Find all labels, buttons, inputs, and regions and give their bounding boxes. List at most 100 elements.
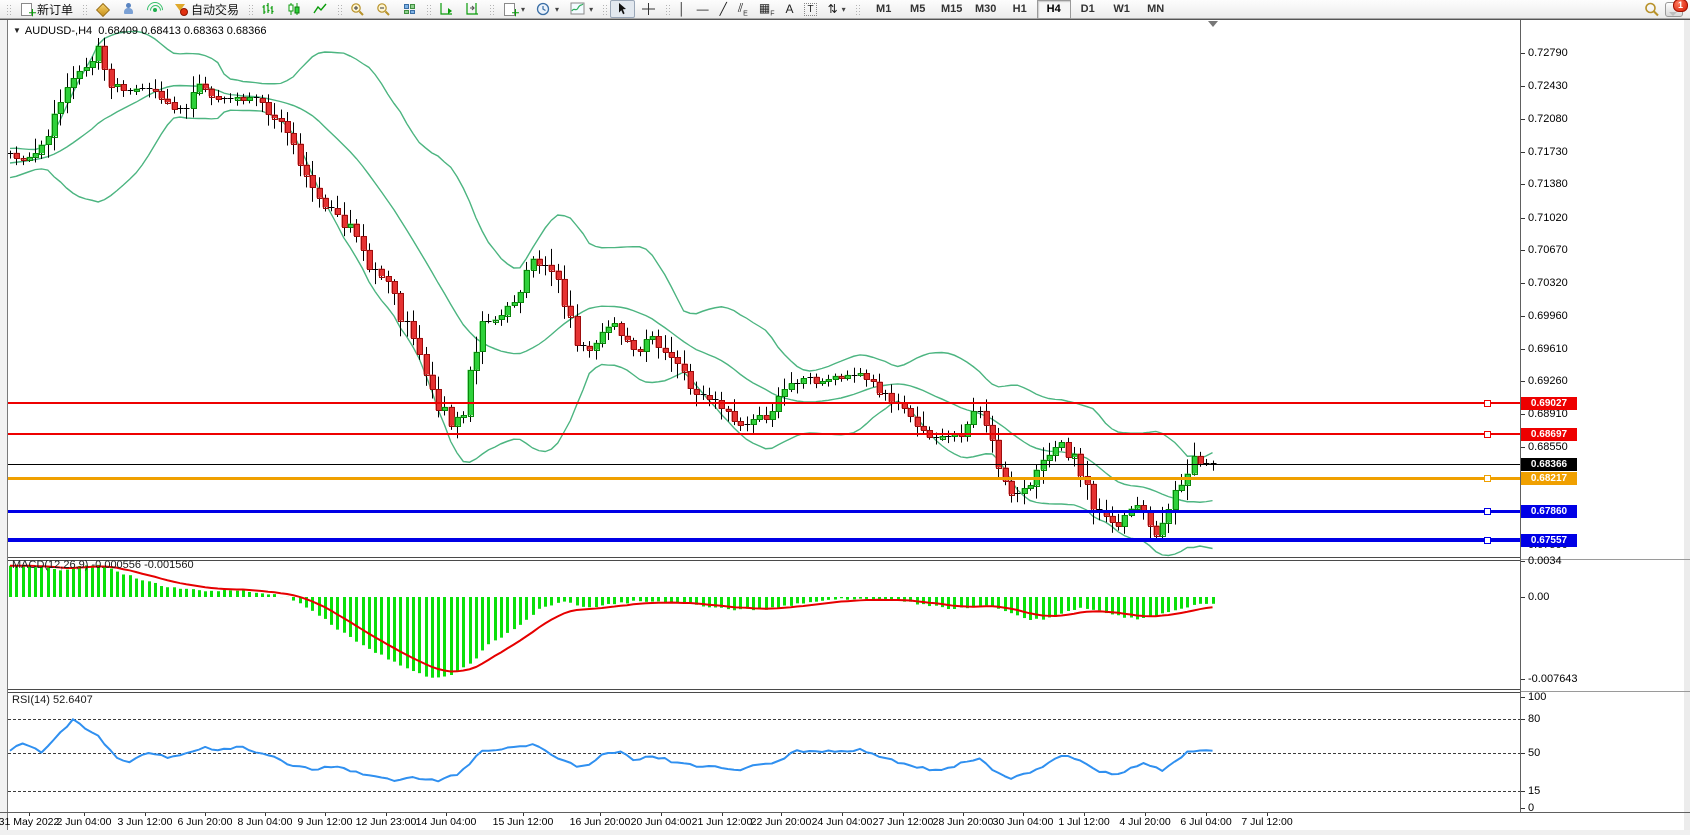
rsi-tick-mark <box>1521 697 1525 698</box>
time-tick-label: 2 Jun 04:00 <box>57 816 112 828</box>
fibonacci-tool-button[interactable]: ▦F <box>754 0 780 18</box>
indicators-button[interactable]: ▾ <box>565 0 598 18</box>
timeframe-button-h4[interactable]: H4 <box>1037 0 1071 19</box>
text-tool-button[interactable]: A <box>780 0 798 18</box>
line-drag-handle[interactable] <box>1484 537 1491 544</box>
tile-windows-button[interactable] <box>397 0 422 18</box>
time-tick-label: 3 Jun 12:00 <box>118 816 173 828</box>
toolbar-grip[interactable] <box>425 3 431 16</box>
timeframe-button-m30[interactable]: M30 <box>969 0 1003 19</box>
toolbar-grip[interactable] <box>81 3 87 16</box>
time-tick-label: 14 Jun 04:00 <box>416 816 477 828</box>
time-tick-mark <box>145 813 146 816</box>
macd-main-value: -0.000556 <box>91 559 141 571</box>
zoom-out-icon <box>376 2 391 16</box>
price-axis-divider <box>1520 20 1521 812</box>
timeframe-button-h1[interactable]: H1 <box>1003 0 1037 19</box>
price-tick-label: 0.69260 <box>1528 375 1568 387</box>
status-strip <box>0 830 1690 835</box>
chart-shift-marker[interactable] <box>1208 21 1218 27</box>
chevron-down-icon: ▾ <box>589 5 593 14</box>
notification-count-badge: 1 <box>1673 0 1688 12</box>
price-badge: 0.68217 <box>1521 472 1577 485</box>
current-price-line[interactable] <box>8 464 1520 465</box>
toolbar-grip[interactable] <box>5 3 11 16</box>
toolbar-grip[interactable] <box>664 3 670 16</box>
gold-box-icon <box>95 2 110 16</box>
macd-scale-label: 0.0034 <box>1528 555 1562 567</box>
toolbar-grip[interactable] <box>247 3 253 16</box>
horizontal-level-line[interactable] <box>8 402 1520 404</box>
price-tick-mark <box>1521 86 1525 87</box>
line-drag-handle[interactable] <box>1484 400 1491 407</box>
time-tick-mark <box>1023 813 1024 816</box>
macd-indicator-label: MACD(12,26,9) -0.000556 -0.001560 <box>12 559 194 571</box>
profiles-button[interactable]: ▾ <box>531 0 564 18</box>
new-order-label: 新订单 <box>37 1 73 18</box>
new-chart-button[interactable]: ＋ ▾ <box>497 0 530 18</box>
signals-button[interactable] <box>142 0 167 18</box>
line-drag-handle[interactable] <box>1484 508 1491 515</box>
timeframe-toolbar: M1M5M15M30H1H4D1W1MN <box>867 0 1173 19</box>
line-drag-handle[interactable] <box>1484 431 1491 438</box>
timeframe-button-mn[interactable]: MN <box>1139 0 1173 19</box>
rsi-value: 52.6407 <box>53 694 93 706</box>
horizontal-level-line[interactable] <box>8 477 1520 480</box>
chart-shift-button[interactable] <box>460 0 485 18</box>
new-order-button[interactable]: ＋ 新订单 <box>14 0 78 18</box>
vertical-line-tool-button[interactable]: │ <box>673 0 691 18</box>
zoom-in-button[interactable] <box>345 0 370 18</box>
equidistant-channel-icon: ⫽E <box>738 1 748 17</box>
line-drag-handle[interactable] <box>1484 475 1491 482</box>
toolbar-grip[interactable] <box>488 3 494 16</box>
cursor-icon <box>615 2 630 16</box>
trendline-tool-button[interactable]: ╱ <box>715 0 732 18</box>
timeframe-button-d1[interactable]: D1 <box>1071 0 1105 19</box>
rsi-tick-mark <box>1521 791 1525 792</box>
horizontal-level-line[interactable] <box>8 538 1520 542</box>
timeframe-button-m5[interactable]: M5 <box>901 0 935 19</box>
equidistant-channel-tool-button[interactable]: ⫽E <box>733 0 753 18</box>
time-tick-mark <box>722 813 723 816</box>
horizontal-line-tool-button[interactable]: — <box>692 0 714 18</box>
symbol-dropdown-icon[interactable]: ▼ <box>13 26 21 35</box>
timeframe-button-w1[interactable]: W1 <box>1105 0 1139 19</box>
zoom-out-button[interactable] <box>371 0 396 18</box>
timeframe-button-m1[interactable]: M1 <box>867 0 901 19</box>
time-tick-label: 15 Jun 12:00 <box>493 816 554 828</box>
price-tick-label: 0.70670 <box>1528 244 1568 256</box>
toolbar-grip[interactable] <box>854 3 860 16</box>
toolbar-grip[interactable] <box>336 3 342 16</box>
candlestick-chart-button[interactable] <box>282 0 307 18</box>
window-right-edge <box>1684 20 1690 835</box>
price-badge: 0.67860 <box>1521 505 1577 518</box>
text-label-tool-button[interactable]: T <box>799 0 821 18</box>
price-tick-mark <box>1521 119 1525 120</box>
arrows-tool-button[interactable]: ⇅ ▾ <box>823 0 851 18</box>
horizontal-level-line[interactable] <box>8 510 1520 513</box>
auto-scroll-icon <box>439 2 454 16</box>
cursor-tool-button[interactable] <box>610 0 635 18</box>
timeframe-button-m15[interactable]: M15 <box>935 0 969 19</box>
time-tick-label: 20 Jun 04:00 <box>631 816 692 828</box>
crosshair-tool-button[interactable] <box>636 0 661 18</box>
rsi-canvas[interactable] <box>8 693 1520 812</box>
market-depth-button[interactable] <box>90 0 115 18</box>
macd-canvas[interactable] <box>8 561 1520 689</box>
auto-trading-button[interactable]: 自动交易 <box>168 0 244 18</box>
bar-chart-button[interactable] <box>256 0 281 18</box>
auto-scroll-button[interactable] <box>434 0 459 18</box>
line-chart-button[interactable] <box>308 0 333 18</box>
horizontal-level-line[interactable] <box>8 433 1520 435</box>
strategy-tester-button[interactable] <box>116 0 141 18</box>
toolbar-grip[interactable] <box>601 3 607 16</box>
person-chart-icon <box>121 2 136 16</box>
rsi-scale-label: 0 <box>1528 802 1534 814</box>
time-tick-label: 27 Jun 12:00 <box>873 816 934 828</box>
notifications-icon[interactable]: 1 <box>1665 2 1683 17</box>
price-tick-mark <box>1521 283 1525 284</box>
price-badge: 0.67557 <box>1521 534 1577 547</box>
macd-tick-mark <box>1521 597 1525 598</box>
search-icon[interactable] <box>1644 2 1659 16</box>
new-chart-icon: ＋ <box>502 2 517 16</box>
